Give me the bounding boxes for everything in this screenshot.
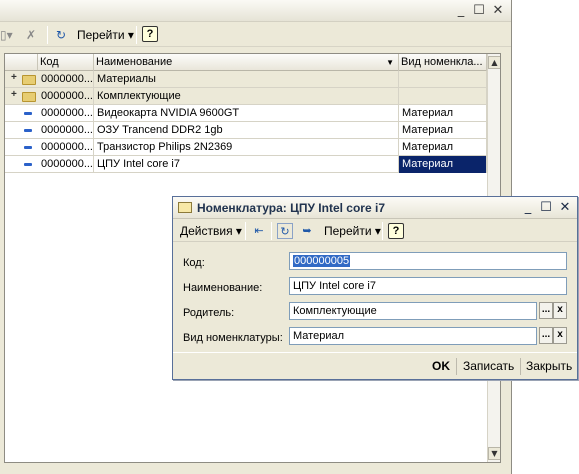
actions-menu-button[interactable]: Действия ▾ [180, 224, 242, 238]
dialog-help-button[interactable]: ? [388, 223, 404, 239]
header-name[interactable]: Наименование ▼ [94, 54, 399, 71]
go-to-icon[interactable]: ➥ [299, 223, 315, 239]
minimize-button[interactable]: _ [452, 2, 470, 20]
code-label: Код: [183, 257, 205, 269]
dialog-toolbar: Действия ▾ ⇤ ↻ ➥ Перейти ▾ ? [173, 220, 577, 242]
list-toolbar: ▯▾ ✗ ↻ Перейти ▾ ? [0, 23, 511, 47]
filter-off-icon[interactable]: ✗ [26, 27, 36, 43]
item-icon [5, 156, 37, 173]
name-label: Наименование: [183, 282, 263, 294]
kind-label: Вид номенклатуры: [183, 332, 283, 344]
ok-button[interactable]: OK [432, 359, 450, 373]
dialog-maximize-button[interactable]: ☐ [537, 199, 555, 217]
kind-field[interactable]: Материал [289, 327, 537, 345]
maximize-button[interactable]: ☐ [470, 2, 488, 20]
scroll-up-arrow-icon[interactable]: ▲ [488, 56, 500, 69]
table-row[interactable]: 0000000... ОЗУ Trancend DDR2 1gb Материа… [5, 122, 487, 139]
parent-label: Родитель: [183, 307, 235, 319]
parent-clear-button[interactable]: x [553, 302, 567, 319]
item-icon [5, 122, 37, 139]
close-dialog-button[interactable]: Закрыть [526, 359, 572, 373]
save-button[interactable]: Записать [463, 359, 514, 373]
name-field[interactable]: ЦПУ Intel core i7 [289, 277, 567, 295]
dialog-close-button[interactable]: ✕ [556, 199, 574, 217]
table-row-selected[interactable]: 0000000... ЦПУ Intel core i7 Материал [5, 156, 487, 173]
dialog-goto-menu-button[interactable]: Перейти ▾ [324, 224, 381, 238]
folder-icon: + [5, 71, 37, 88]
table-row[interactable]: + 0000000... Комплектующие [5, 88, 487, 105]
item-icon [5, 105, 37, 122]
table-row[interactable]: 0000000... Видеокарта NVIDIA 9600GT Мате… [5, 105, 487, 122]
delete-mark-icon[interactable]: ▯▾ [0, 27, 13, 43]
dialog-titlebar: Номенклатура: ЦПУ Intel core i7 _ ☐ ✕ [173, 197, 577, 219]
dialog-minimize-button[interactable]: _ [519, 199, 537, 217]
list-window-titlebar: _ ☐ ✕ [0, 0, 511, 22]
goto-menu-button[interactable]: Перейти ▾ [77, 28, 134, 42]
parent-select-button[interactable]: ... [539, 302, 553, 319]
item-icon [5, 139, 37, 156]
kind-select-button[interactable]: ... [539, 327, 553, 344]
header-kind[interactable]: Вид номенкла... [399, 54, 487, 71]
folder-icon: + [5, 88, 37, 105]
code-field[interactable]: 000000005 [289, 252, 567, 270]
dialog-footer: OK Записать Закрыть [173, 352, 577, 379]
scroll-down-arrow-icon[interactable]: ▼ [488, 447, 500, 460]
grid-header: Код Наименование ▼ Вид номенкла... [5, 54, 500, 71]
document-icon [178, 202, 192, 213]
table-row[interactable]: + 0000000... Материалы [5, 71, 487, 88]
close-button[interactable]: ✕ [489, 2, 507, 20]
header-icon-column[interactable] [5, 54, 38, 71]
nomenclature-dialog: Номенклатура: ЦПУ Intel core i7 _ ☐ ✕ Де… [172, 196, 578, 380]
move-left-icon[interactable]: ⇤ [251, 223, 267, 239]
header-code[interactable]: Код [38, 54, 94, 71]
refresh-icon[interactable]: ↻ [277, 223, 293, 239]
kind-clear-button[interactable]: x [553, 327, 567, 344]
help-button[interactable]: ? [142, 26, 158, 42]
table-row[interactable]: 0000000... Транзистор Philips 2N2369 Мат… [5, 139, 487, 156]
dialog-title: Номенклатура: ЦПУ Intel core i7 [197, 201, 385, 215]
refresh-icon[interactable]: ↻ [56, 27, 66, 43]
parent-field[interactable]: Комплектующие [289, 302, 537, 320]
